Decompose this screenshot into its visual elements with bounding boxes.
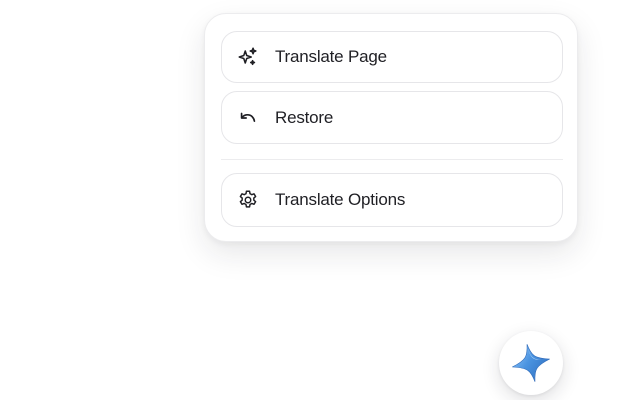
translate-fab-button[interactable] <box>499 331 563 395</box>
four-point-star-icon <box>508 340 554 386</box>
restore-button[interactable]: Restore <box>221 91 563 144</box>
sparkle-icon <box>237 46 259 68</box>
menu-divider <box>221 159 563 160</box>
restore-label: Restore <box>275 107 334 127</box>
translate-page-label: Translate Page <box>275 47 387 66</box>
translate-options-label: Translate Options <box>275 190 406 209</box>
undo-arrow-icon <box>237 107 259 129</box>
translate-menu-popup: Translate Page Restore Translate Options <box>204 13 578 242</box>
translate-options-button[interactable]: Translate Options <box>221 173 563 227</box>
page: Translate Page Restore Translate Options <box>0 0 640 400</box>
gear-icon <box>237 189 259 211</box>
translate-page-button[interactable]: Translate Page <box>221 31 563 83</box>
